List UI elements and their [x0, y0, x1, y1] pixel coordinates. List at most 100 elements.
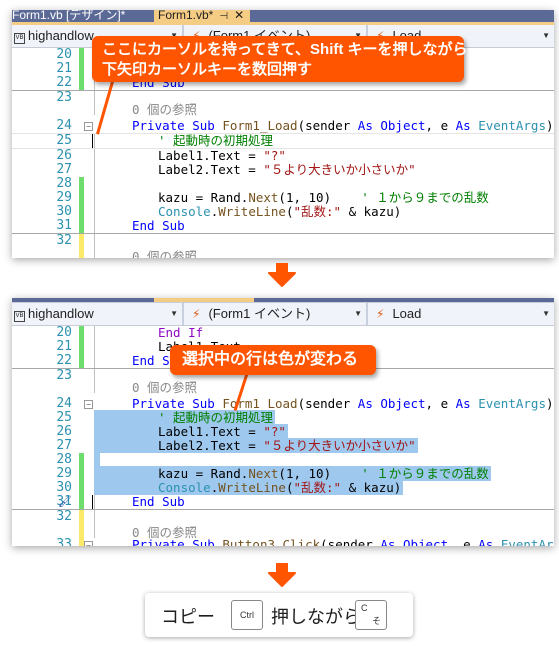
quick-actions-brush-icon[interactable]: 🖌 — [58, 495, 72, 509]
line-number: 22 — [56, 75, 72, 90]
close-icon[interactable]: ✕ — [234, 10, 244, 22]
event-name: Load — [392, 306, 422, 321]
vb-project-icon: VB — [14, 33, 25, 44]
line-number: 33 — [56, 537, 72, 547]
code-line[interactable]: 27 Label2.Text = "５より大きいか小さいか" — [12, 163, 554, 177]
code-text: End Sub — [132, 218, 185, 233]
key-label: C — [361, 603, 368, 613]
line-number: 23 — [56, 368, 72, 383]
line-number: 24 — [56, 396, 72, 411]
line-number: 28 — [56, 452, 72, 467]
code-line[interactable]: 30 Console.WriteLine("乱数:" & kazu) — [12, 205, 554, 219]
code-text: Label1.Text = "?" — [158, 148, 286, 163]
code-line[interactable]: 29 kazu = Rand.Next(1, 10) ' １から９までの乱数 — [12, 191, 554, 205]
collapse-icon[interactable]: − — [84, 541, 93, 546]
selected-code-line[interactable]: 29 kazu = Rand.Next(1, 10) ' １から９までの乱数 — [12, 466, 554, 481]
code-text: Label2.Text = "５より大きいか小さいか" — [158, 162, 416, 177]
callout-text: 選択中の行は色が変わる — [182, 351, 359, 368]
line-number: 25 — [56, 410, 72, 425]
line-number: 27 — [56, 438, 72, 453]
reference-hint[interactable]: 0 個の参照 — [12, 248, 554, 258]
selected-code-line[interactable]: 30 Console.WriteLine("乱数:" & kazu) — [12, 480, 554, 495]
selected-code-line[interactable]: 26 Label1.Text = "?" — [12, 424, 554, 439]
selection-callout: 選択中の行は色が変わる — [170, 345, 376, 375]
line-number: 30 — [56, 204, 72, 219]
shortcut-action-label: コピー — [161, 607, 215, 627]
chevron-down-icon: ▼ — [354, 309, 362, 318]
collapse-icon[interactable]: − — [84, 122, 93, 131]
pin-icon[interactable]: ⊣ — [219, 11, 228, 22]
fold-guide — [84, 234, 95, 248]
ctrl-key: Ctrl — [231, 600, 263, 630]
reference-hint[interactable]: 0 個の参照 — [12, 103, 554, 117]
codelens-references[interactable]: 0 個の参照 — [94, 250, 554, 259]
code-line[interactable]: 28 — [12, 177, 554, 191]
code-line[interactable]: 31 End Sub — [12, 219, 554, 233]
code-text: Private Sub Form1_Load(sender As Object,… — [132, 118, 554, 133]
line-number: 24 — [56, 118, 72, 133]
code-text: Label1.Text = "?" — [94, 424, 554, 439]
reference-hint[interactable]: 0 個の参照 — [12, 524, 554, 540]
project-dropdown[interactable]: VBhighandlow ▼ — [12, 303, 184, 325]
object-name: (Form1 イベント) — [208, 306, 311, 321]
chevron-down-icon: ▼ — [542, 309, 550, 318]
reference-hint[interactable]: 0 個の参照 — [12, 381, 554, 395]
object-dropdown[interactable]: ⚡ (Form1 イベント) ▼ — [186, 303, 368, 325]
line-number: 20 — [56, 325, 72, 340]
chevron-down-icon: ▼ — [170, 309, 178, 318]
code-line[interactable]: 32 — [12, 509, 554, 524]
text-cursor — [92, 495, 93, 509]
code-text: Console.WriteLine("乱数:" & kazu) — [158, 204, 402, 219]
line-number: 27 — [56, 162, 72, 177]
chevron-down-icon: ▼ — [542, 31, 550, 40]
fold-guide — [84, 510, 95, 524]
event-dropdown[interactable]: ⚡ Load ▼ — [370, 303, 554, 325]
line-number: 30 — [56, 480, 72, 495]
code-line[interactable]: 26 Label1.Text = "?" — [12, 149, 554, 163]
keyboard-shortcut-panel: コピー Ctrl 押しながら C そ — [145, 593, 413, 637]
line-number: 21 — [56, 61, 72, 76]
codelens-references[interactable]: 0 個の参照 — [94, 381, 554, 395]
document-tab-strip: Form1.vb [デザイン]* Form1.vb* ⊣ ✕ — [12, 10, 554, 22]
code-line[interactable]: 25 ' 起動時の初期処理 — [12, 133, 554, 149]
selected-code-line[interactable]: 27 Label2.Text = "５より大きいか小さいか" — [12, 438, 554, 453]
line-number: 29 — [56, 190, 72, 205]
line-number: 29 — [56, 466, 72, 481]
down-arrow-icon — [268, 563, 296, 587]
line-number: 22 — [56, 353, 72, 368]
event-bolt-icon: ⚡ — [192, 307, 201, 321]
vb-project-icon: VB — [14, 311, 25, 322]
key-kana-label: そ — [371, 616, 381, 626]
code-line[interactable]: 31 🖌 End Sub — [12, 495, 554, 509]
code-line[interactable]: 33 − Private Sub Button3_Click(sender As O… — [12, 538, 554, 546]
editor-screenshot-after: VB highandlow ▼ ⚡ (Form1 イベント) ▼ ⚡ Load ▼ 20 En… — [12, 298, 554, 546]
tab-form1-code[interactable]: Form1.vb* ⊣ ✕ — [154, 10, 250, 22]
code-text: Private Sub Button3_Click(sender As Obje… — [132, 537, 554, 547]
instruction-callout: ここにカーソルを持ってきて、Shift キーを押しながら 下矢印カーソルキーを数… — [92, 36, 468, 82]
line-number: 23 — [56, 90, 72, 105]
code-text: kazu = Rand.Next(1, 10) ' １から９までの乱数 — [94, 466, 554, 481]
code-text: Private Sub Form1_Load(sender As Object,… — [132, 396, 554, 411]
selected-code-line[interactable]: 28 — [12, 453, 554, 467]
code-line[interactable]: 24 − Private Sub Form1_Load(sender As Obje… — [12, 119, 554, 133]
line-number: 25 — [56, 133, 72, 148]
line-number: 21 — [56, 339, 72, 354]
fold-guide — [84, 177, 95, 191]
line-number: 31 — [56, 218, 72, 233]
tab-form1-design[interactable]: Form1.vb [デザイン]* — [12, 10, 150, 22]
event-bolt-icon: ⚡ — [376, 307, 385, 321]
callout-line: 下矢印カーソルキーを数回押す — [102, 61, 313, 78]
navigation-bar: VBhighandlow ▼ ⚡ (Form1 イベント) ▼ ⚡ Load ▼ — [12, 303, 554, 326]
code-text: End If — [158, 325, 204, 340]
code-text: End Sub — [132, 494, 185, 509]
code-line[interactable]: 24 − Private Sub Form1_Load(sender As Obje… — [12, 397, 554, 411]
collapse-icon[interactable]: − — [84, 400, 93, 409]
code-line[interactable]: 20 End If — [12, 326, 554, 340]
line-number: 32 — [56, 509, 72, 524]
tab-label: Form1.vb [デザイン]* — [12, 10, 126, 22]
project-name: highandlow — [28, 28, 94, 43]
code-line[interactable]: 32 — [12, 233, 554, 248]
project-name: highandlow — [28, 306, 94, 321]
codelens-references[interactable]: 0 個の参照 — [94, 103, 554, 117]
selected-code-line[interactable]: 25 ' 起動時の初期処理 — [12, 410, 554, 425]
